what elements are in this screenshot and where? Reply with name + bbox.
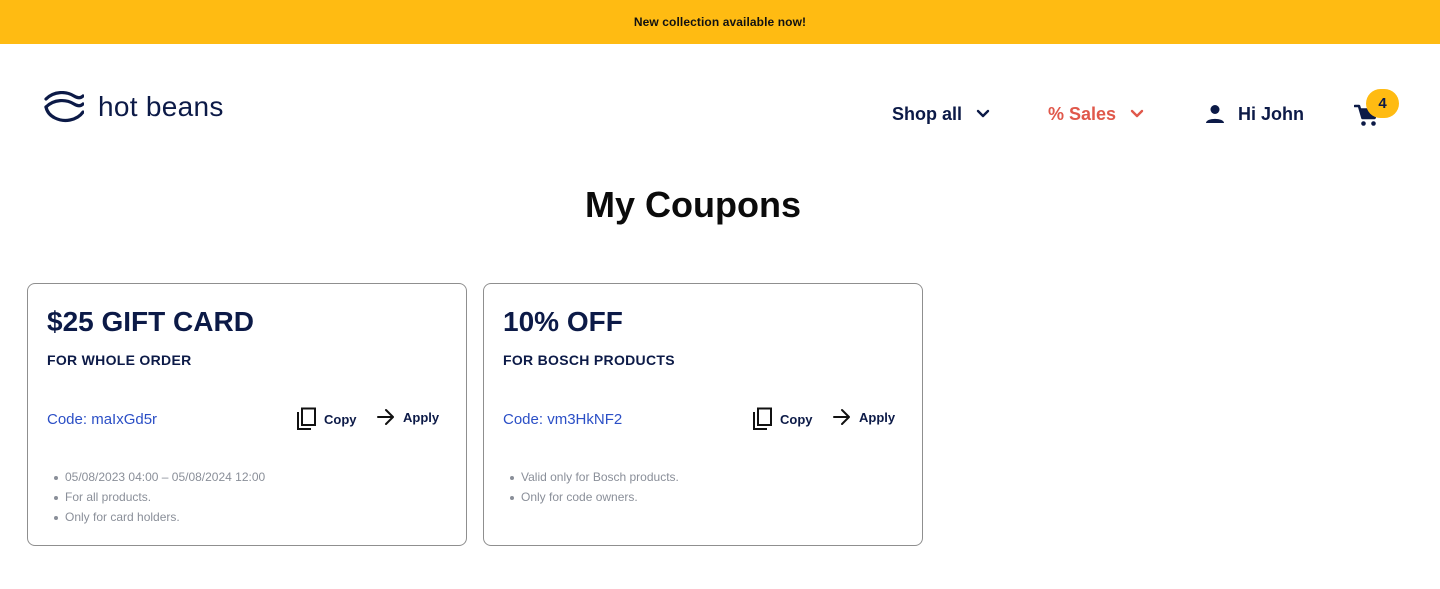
coupon-conditions: Valid only for Bosch products. Only for … <box>510 467 679 507</box>
page-title: My Coupons <box>585 184 801 225</box>
cart-count-badge: 4 <box>1366 89 1399 118</box>
copy-button[interactable]: Copy <box>751 407 813 431</box>
nav-user-account[interactable]: Hi John <box>1204 98 1304 130</box>
coupon-card: $25 GIFT CARD FOR WHOLE ORDER Code: maIx… <box>27 283 467 546</box>
copy-label: Copy <box>780 411 813 427</box>
coupon-condition: Only for card holders. <box>54 507 265 527</box>
coupon-card: 10% OFF FOR BOSCH PRODUCTS Code: vm3HkNF… <box>483 283 923 546</box>
coupon-condition: For all products. <box>54 487 265 507</box>
announcement-text: New collection available now! <box>633 15 807 29</box>
copy-button[interactable]: Copy <box>295 407 357 431</box>
nav-shop-all-label: Shop all <box>892 103 963 124</box>
coupon-conditions: 05/08/2023 04:00 – 05/08/2024 12:00 For … <box>54 467 265 527</box>
user-greeting: Hi John <box>1238 103 1304 124</box>
copy-label: Copy <box>324 411 357 427</box>
apply-button[interactable]: Apply <box>832 407 895 427</box>
apply-label: Apply <box>403 409 440 425</box>
nav-shop-all[interactable]: Shop all <box>892 98 990 130</box>
user-icon <box>1204 103 1226 125</box>
coupon-subtitle: FOR WHOLE ORDER <box>47 352 192 368</box>
copy-icon <box>295 407 317 431</box>
coupon-condition: Valid only for Bosch products. <box>510 467 679 487</box>
arrow-right-icon <box>376 407 396 427</box>
coupon-code: Code: maIxGd5r <box>47 411 158 428</box>
copy-icon <box>751 407 773 431</box>
nav-sales[interactable]: % Sales <box>1048 98 1144 130</box>
chevron-down-icon <box>1130 109 1144 119</box>
arrow-right-icon <box>832 407 852 427</box>
brand-logo[interactable]: hot beans <box>44 91 224 123</box>
announcement-banner: New collection available now! <box>0 0 1440 44</box>
brand-name: hot beans <box>98 91 224 122</box>
coupon-condition: 05/08/2023 04:00 – 05/08/2024 12:00 <box>54 467 265 487</box>
waves-icon <box>44 91 84 123</box>
coupon-subtitle: FOR BOSCH PRODUCTS <box>503 352 675 368</box>
apply-label: Apply <box>859 409 896 425</box>
apply-button[interactable]: Apply <box>376 407 439 427</box>
nav-sales-label: % Sales <box>1048 103 1117 124</box>
coupon-code: Code: vm3HkNF2 <box>503 411 623 428</box>
coupon-title: 10% OFF <box>503 306 623 337</box>
coupon-title: $25 GIFT CARD <box>47 306 254 337</box>
coupon-condition: Only for code owners. <box>510 487 679 507</box>
chevron-down-icon <box>976 109 990 119</box>
